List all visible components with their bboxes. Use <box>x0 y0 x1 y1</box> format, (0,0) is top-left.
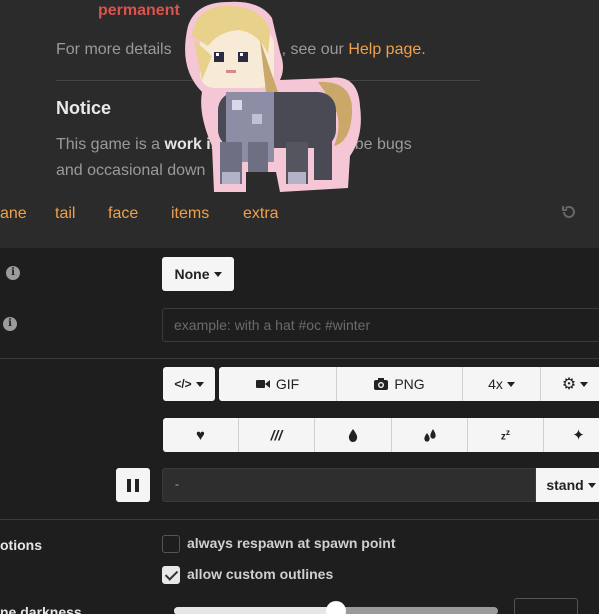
tab-mane[interactable]: ane <box>0 205 27 223</box>
info-icon[interactable]: i <box>6 266 20 280</box>
notice-title: Notice <box>56 98 112 118</box>
code-label: </> <box>174 377 192 391</box>
chevron-down-icon <box>506 381 515 387</box>
expression-group: ♥ /// zz ✦ <box>163 418 599 452</box>
tab-items[interactable]: items <box>171 205 209 223</box>
section-divider <box>0 519 599 520</box>
notice-pre: This game is a <box>56 136 161 153</box>
undo-icon[interactable] <box>561 204 577 220</box>
blush-button[interactable]: /// <box>239 418 315 452</box>
state-select[interactable]: stand <box>536 468 599 502</box>
export-group: GIF PNG 4x ⚙ <box>219 367 599 401</box>
pause-icon <box>127 478 131 492</box>
state-select-value: stand <box>546 477 584 493</box>
scale-label: 4x <box>488 376 503 392</box>
pause-button[interactable] <box>116 468 150 502</box>
chevron-down-icon <box>587 482 596 488</box>
pony-sprite <box>185 1 361 192</box>
respawn-label: always respawn at spawn point <box>187 535 396 551</box>
darkness-label: ne darkness <box>0 604 82 614</box>
settings-button[interactable]: ⚙ <box>541 367 599 401</box>
sparkle-button[interactable]: ✦ <box>544 418 599 452</box>
tears-icon <box>423 428 436 442</box>
sparkle-icon: ✦ <box>572 427 585 444</box>
gear-icon: ⚙ <box>561 376 577 393</box>
outlines-label: allow custom outlines <box>187 566 334 582</box>
options-label: otions <box>0 537 42 553</box>
info-panel: permanent For more details, see our Help… <box>0 0 599 248</box>
tear-button[interactable] <box>315 418 392 452</box>
camera-icon <box>374 378 389 390</box>
chevron-down-icon <box>195 381 204 387</box>
code-button[interactable]: </> <box>163 367 215 401</box>
tab-face[interactable]: face <box>108 205 138 223</box>
tears-button[interactable] <box>392 418 468 452</box>
tab-extra[interactable]: extra <box>243 205 279 223</box>
heart-button[interactable]: ♥ <box>163 418 239 452</box>
info-icon[interactable]: i <box>3 317 17 331</box>
blush-icon: /// <box>270 427 283 443</box>
scale-select[interactable]: 4x <box>463 367 541 401</box>
tear-icon <box>348 428 358 442</box>
darkness-slider[interactable] <box>174 601 498 614</box>
tags-input[interactable]: example: with a hat #oc #winter <box>162 308 599 342</box>
slider-fill <box>174 607 336 614</box>
cm-select-value: None <box>174 266 210 282</box>
section-divider <box>0 358 599 359</box>
tab-tail[interactable]: tail <box>55 205 75 223</box>
play-button[interactable] <box>514 598 578 614</box>
gif-button[interactable]: GIF <box>219 367 337 401</box>
outlines-checkbox[interactable] <box>162 566 180 584</box>
slider-knob[interactable] <box>326 601 346 614</box>
chevron-down-icon <box>213 271 222 277</box>
chevron-down-icon <box>580 381 589 387</box>
video-icon <box>255 380 270 388</box>
sleep-icon: zz <box>500 427 511 443</box>
help-prefix: For more details <box>56 41 172 58</box>
heart-icon: ♥ <box>196 426 205 444</box>
respawn-checkbox[interactable] <box>162 535 180 553</box>
animation-input[interactable]: - <box>162 468 536 502</box>
gif-label: GIF <box>275 376 300 392</box>
png-label: PNG <box>394 376 425 392</box>
sleep-button[interactable]: zz <box>468 418 544 452</box>
png-button[interactable]: PNG <box>337 367 463 401</box>
cm-select[interactable]: None <box>162 257 234 291</box>
